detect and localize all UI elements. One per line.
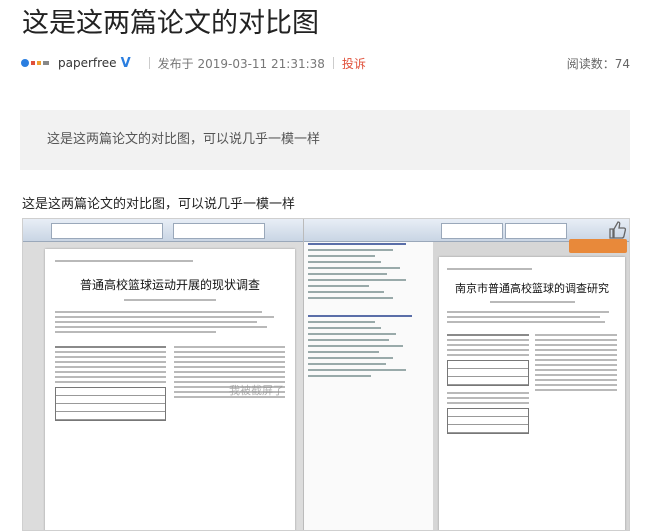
viewer-tab [173,223,265,239]
viewer-tab [441,223,503,239]
outline-list [308,239,430,381]
left-paper-title: 普通高校篮球运动开展的现状调查 [79,278,260,292]
article-summary: 这是这两篇论文的对比图，可以说几乎一模一样 [20,110,630,170]
publish-time: 发布于 2019-03-11 21:31:38 [157,56,325,71]
report-link[interactable]: 投诉 [342,55,366,72]
divider [148,57,150,69]
viewer-tab [505,223,567,239]
paperfree-logo-icon [20,56,52,70]
read-count: 阅读数：74 [566,56,630,71]
thumbs-up-icon[interactable] [607,220,627,240]
verified-v-icon: V [120,55,131,71]
viewer-address-bar [51,223,163,239]
screenshot-watermark: 我被截屏了 [229,384,284,397]
article-body-text: 这是这两篇论文的对比图，可以说几乎一模一样 [22,197,296,212]
right-paper-page: 南京市普通高校篮球的调查研究 [439,257,625,530]
right-paper-title: 南京市普通高校篮球的调查研究 [455,282,609,295]
article-meta: paperfree V 发布于 2019-03-11 21:31:38 投诉 阅… [20,53,630,73]
left-paper-pane: 普通高校篮球运动开展的现状调查 [23,219,303,530]
pdf-convert-button[interactable] [569,239,627,253]
author-name[interactable]: paperfree [58,56,117,70]
left-viewer-toolbar [23,219,303,242]
divider [332,57,334,69]
comparison-screenshot: 普通高校篮球运动开展的现状调查 南京市普通高校篮球的调查研究 我被截屏了 [22,218,630,531]
right-paper-pane: 南京市普通高校篮球的调查研究 [433,219,629,530]
article-title: 这是这两篇论文的对比图 [22,8,319,39]
outline-pane [303,219,435,530]
